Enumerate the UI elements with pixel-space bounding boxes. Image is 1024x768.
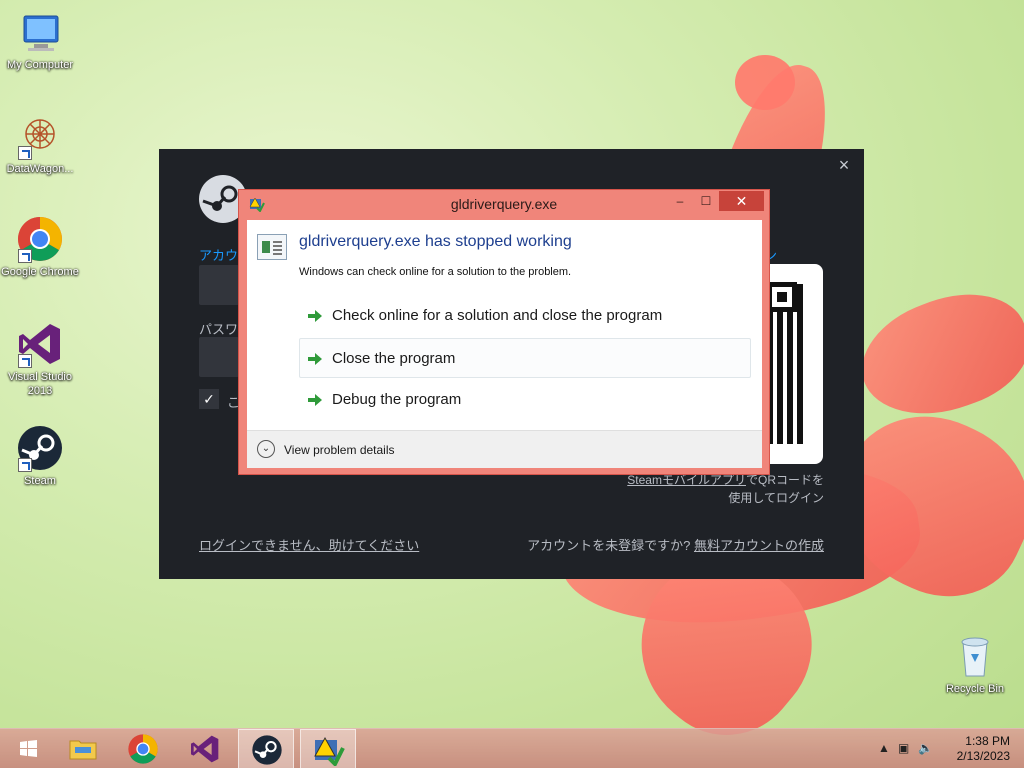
computer-icon [16,8,64,56]
dialog-titlebar[interactable]: gldriverquery.exe – ☐ ✕ [239,190,769,218]
green-arrow-icon [308,353,322,365]
steam-mobile-app-link[interactable]: Steamモバイルアプリ [627,473,746,487]
datawagon-icon [16,112,64,160]
recycle-bin-icon [951,632,999,680]
taskbar-gldriverquery[interactable] [300,729,356,768]
taskbar-clock[interactable]: 1:38 PM 2/13/2023 [940,734,1010,764]
start-button[interactable] [0,729,56,768]
create-account-link[interactable]: 無料アカウントの作成 [694,538,824,553]
maximize-button[interactable]: ☐ [693,191,719,211]
dialog-subtext: Windows can check online for a solution … [299,266,572,278]
password-input[interactable] [199,337,239,377]
chrome-icon [128,734,158,764]
taskbar-file-explorer[interactable] [55,729,111,768]
desktop-icon-visual-studio[interactable]: Visual Studio 2013 [0,320,80,398]
account-input[interactable] [199,265,239,305]
signup-text: アカウントを未登録ですか? 無料アカウントの作成 [527,538,824,553]
dialog-body: gldriverquery.exe has stopped working Wi… [247,220,762,468]
dialog-footer: ⌄ View problem details [247,430,762,468]
close-program-option[interactable]: Close the program [299,338,751,378]
close-button[interactable]: ✕ [719,191,764,211]
desktop-icon-label: DataWagon... [6,163,74,175]
chrome-icon [16,215,64,263]
steam-icon [16,424,64,472]
desktop-icon-chrome[interactable]: Google Chrome [0,215,80,279]
steam-icon [252,735,282,765]
login-help-link[interactable]: ログインできません、助けてください [199,535,419,554]
minimize-button[interactable]: – [667,191,693,211]
windows-logo-icon [20,740,37,757]
taskbar-chrome[interactable] [115,729,171,768]
green-arrow-icon [308,310,322,322]
system-tray: ▲ ▣ 🔈 1:38 PM 2/13/2023 [864,729,1024,768]
desktop-icon-steam[interactable]: Steam [0,424,80,488]
mobile-login-text: SteamモバイルアプリでQRコードを 使用してログイン [627,473,824,505]
desktop-icon-label: Steam [24,475,56,487]
taskbar-visual-studio[interactable] [177,729,233,768]
account-label: アカウ [199,248,239,263]
view-problem-details-button[interactable]: View problem details [284,443,395,457]
volume-icon[interactable]: 🔈 [918,741,933,755]
show-hidden-icons-chevron-icon[interactable]: ▲ [878,741,890,755]
folder-icon [69,740,97,760]
desktop-icon-label: Visual Studio 2013 [7,371,72,397]
desktop-icon-datawagon[interactable]: DataWagon... [0,112,80,176]
taskbar: ▲ ▣ 🔈 1:38 PM 2/13/2023 [0,728,1024,768]
debug-program-option[interactable]: Debug the program [299,379,751,419]
green-arrow-icon [308,394,322,406]
error-dialog: gldriverquery.exe – ☐ ✕ gldriverquery.ex… [238,189,770,475]
chevron-down-icon[interactable]: ⌄ [257,440,275,458]
steam-close-button[interactable]: × [832,153,856,177]
network-icon[interactable]: ▣ [898,741,909,755]
desktop-icon-label: Google Chrome [1,266,79,278]
desktop-icon-label: Recycle Bin [945,683,1005,695]
desktop-icon-my-computer[interactable]: My Computer [0,8,80,72]
dialog-heading: gldriverquery.exe has stopped working [299,233,572,250]
check-online-option[interactable]: Check online for a solution and close th… [299,295,751,335]
taskbar-steam[interactable] [238,729,294,768]
visual-studio-icon [191,735,219,763]
app-warning-icon [314,736,345,766]
program-icon [257,234,287,260]
remember-checkbox[interactable]: ✓ [199,389,219,409]
desktop-icon-recycle-bin[interactable]: Recycle Bin [935,632,1015,696]
desktop-icon-label: My Computer [6,59,74,71]
password-label: パスワ [199,322,239,337]
visual-studio-icon [16,320,64,368]
